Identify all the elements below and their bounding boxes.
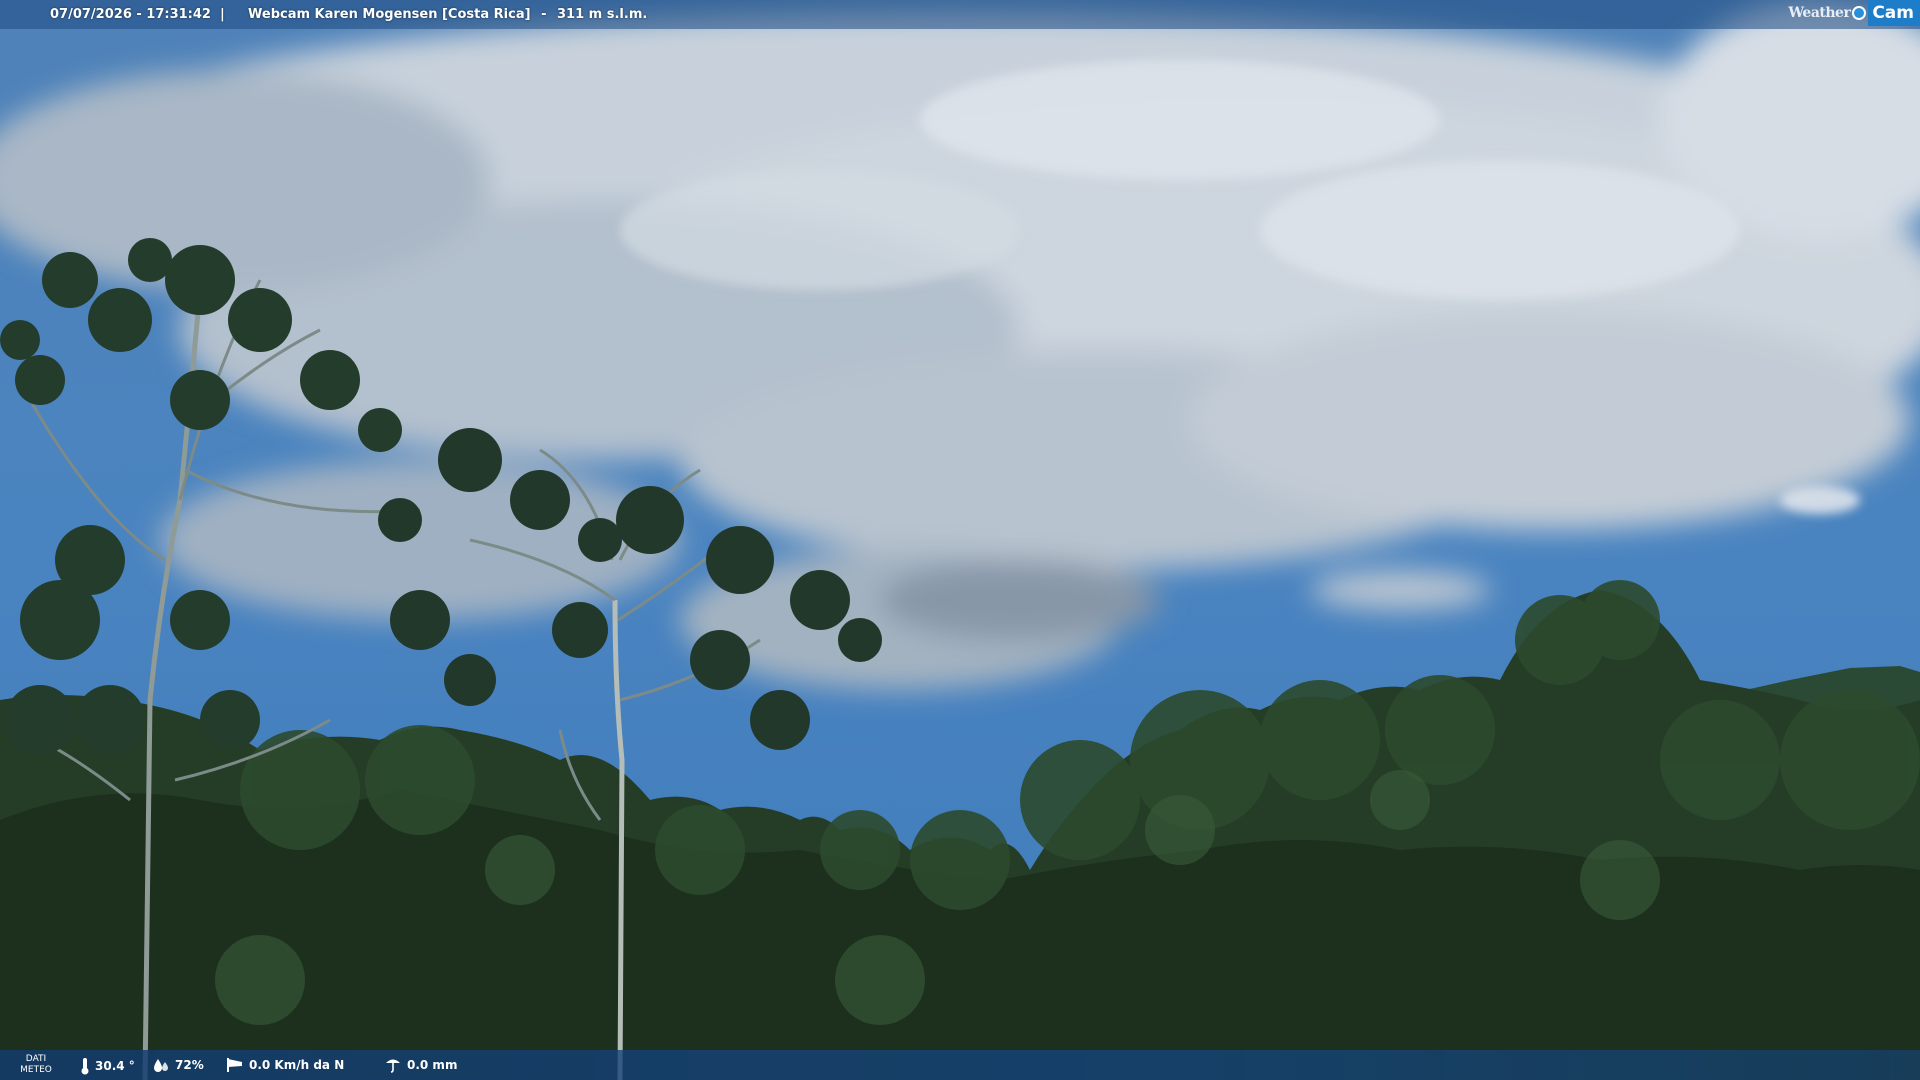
rain-gauge-icon	[386, 1059, 400, 1073]
wind-sock-icon	[227, 1058, 242, 1072]
thermometer-icon	[81, 1058, 89, 1075]
wind-reading: 0.0 Km/h da N	[226, 1057, 344, 1073]
header-separator: |	[220, 7, 225, 22]
weather-data-bar: DATI METEO 30.4 ° 72% 0.0 Km/h da N 0.0 …	[0, 1050, 1920, 1080]
wind-value: 0.0 Km/h da N	[249, 1058, 345, 1072]
top-info-bar: 07/07/2026 - 17:31:42 | Webcam Karen Mog…	[0, 0, 1920, 29]
webcam-image	[0, 0, 1920, 1080]
temperature-reading: 30.4 °	[80, 1057, 135, 1075]
logo-sun-icon	[1852, 6, 1867, 20]
water-drops-icon	[154, 1059, 168, 1072]
logo-cam-text: Cam	[1868, 0, 1920, 26]
weather-label-line2: METEO	[20, 1065, 52, 1075]
altitude: 311 m s.l.m.	[557, 7, 648, 22]
webcam-name: Webcam Karen Mogensen [Costa Rica]	[248, 7, 531, 22]
weather-label-line1: DATI	[25, 1054, 47, 1064]
temperature-value: 30.4 °	[95, 1059, 135, 1073]
timestamp: 07/07/2026 - 17:31:42	[50, 7, 211, 22]
humidity-reading: 72%	[152, 1057, 204, 1073]
altitude-separator: -	[541, 7, 547, 22]
webcam-title: Webcam Karen Mogensen [Costa Rica] - 311…	[248, 7, 647, 22]
weather-data-label: DATI METEO	[16, 1054, 56, 1076]
humidity-value: 72%	[175, 1058, 204, 1072]
rain-value: 0.0 mm	[407, 1058, 458, 1072]
logo-weather-text: Weather	[1788, 5, 1851, 21]
weathercam-logo: Weather Cam	[1788, 0, 1920, 26]
rain-reading: 0.0 mm	[384, 1057, 457, 1073]
